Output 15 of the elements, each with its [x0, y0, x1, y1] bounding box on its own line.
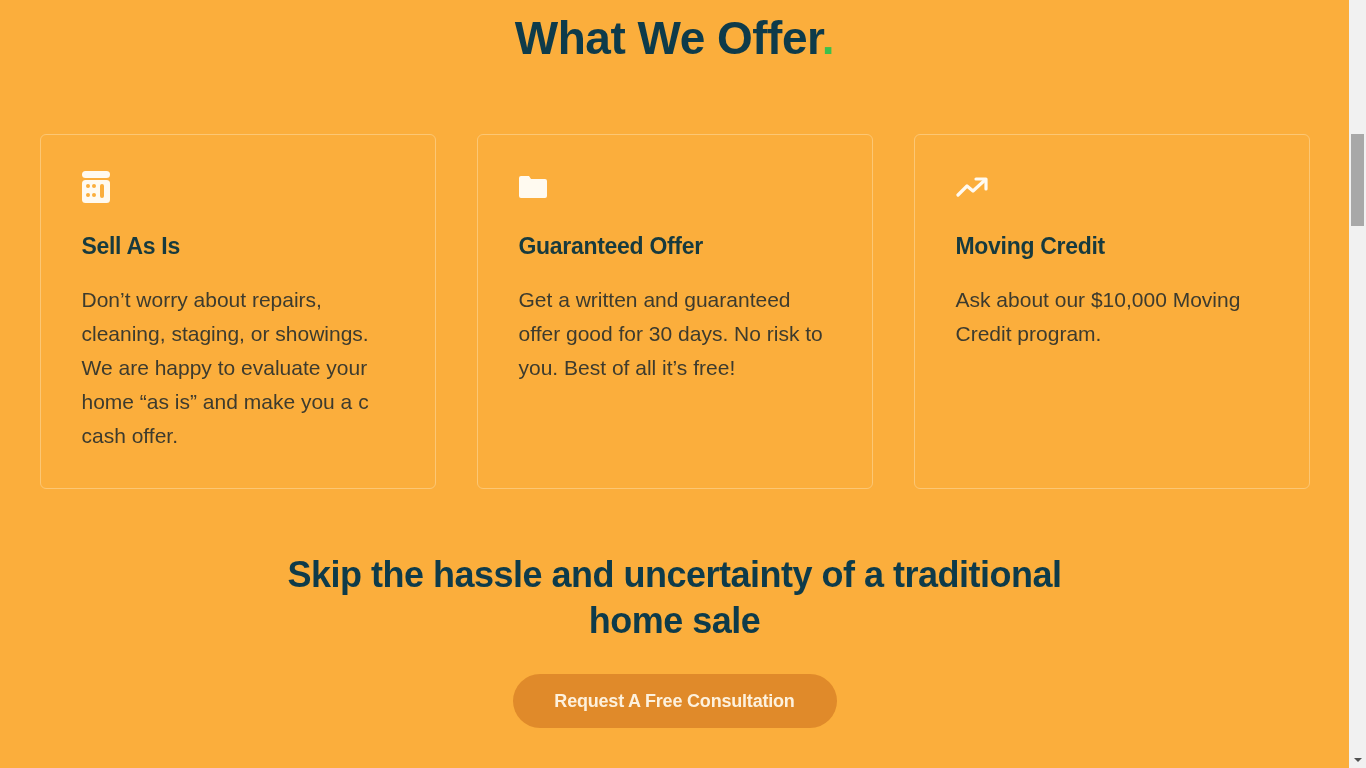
card-title: Sell As Is: [81, 232, 181, 261]
caret-down-icon[interactable]: [1353, 758, 1362, 762]
card-text: Get a written and guaranteed offer good for 30 days. No risk to you. Best of all it’s free!: [518, 287, 824, 381]
cta-heading: Skip the hassle and uncertainty of a traditional home sale: [286, 553, 1063, 643]
scrollbar[interactable]: [1349, 0, 1366, 768]
trending-up-icon: [955, 177, 988, 197]
section-heading: What We Offer.: [514, 11, 835, 66]
folder-icon: [518, 176, 547, 198]
card-text: Ask about our $10,000 Moving Credit program.: [955, 287, 1242, 347]
card-title: Guaranteed Offer: [518, 232, 704, 261]
scrollbar-thumb[interactable]: [1351, 134, 1364, 226]
calculator-icon: [81, 171, 110, 203]
card-text: Don’t worry about repairs, cleaning, staging, or showings. We are happy to evaluate your home “as is” and make you a c cash offer.: [81, 287, 370, 449]
card-title: Moving Credit: [955, 232, 1106, 261]
consultation-button[interactable]: Request A Free Consultation: [512, 674, 837, 728]
